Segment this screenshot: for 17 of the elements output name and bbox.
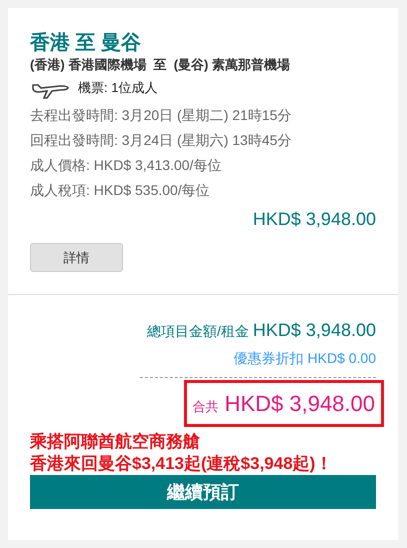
coupon-discount: 優惠券折扣 HKD$ 0.00 xyxy=(234,349,376,368)
continue-booking-button[interactable]: 繼續預訂 xyxy=(30,475,376,509)
detail-line: 成人稅項: HKD$ 535.00/每位 xyxy=(30,181,211,200)
fare-amount: HKD$ 3,948.00 xyxy=(252,319,376,342)
promo-text: 乘搭阿聯酋航空商務艙 xyxy=(30,431,201,453)
promo-text: 香港來回曼谷$3,413起(連稅$3,948起)！ xyxy=(30,453,334,475)
route-title: 香港 至 曼谷 xyxy=(30,31,142,56)
detail-line: 回程出發時間: 3月24日 (星期六) 13時45分 xyxy=(30,131,292,150)
total-amount: HKD$ 3,948.00 xyxy=(224,390,375,418)
fare-label: 總項目金額/租金 xyxy=(147,322,249,341)
subtotal-amount: HKD$ 3,948.00 xyxy=(252,208,376,231)
airports-text: (香港) 香港國際機場 至 (曼谷) 素萬那普機場 xyxy=(30,56,291,74)
total-label: 合共 xyxy=(192,398,219,416)
detail-line: 去程出發時間: 3月20日 (星期二) 21時15分 xyxy=(30,106,292,125)
details-button[interactable]: 詳情 xyxy=(30,243,123,272)
detail-line: 成人價格: HKD$ 3,413.00/每位 xyxy=(30,156,222,175)
ticket-count: 機票: 1位成人 xyxy=(78,79,158,98)
